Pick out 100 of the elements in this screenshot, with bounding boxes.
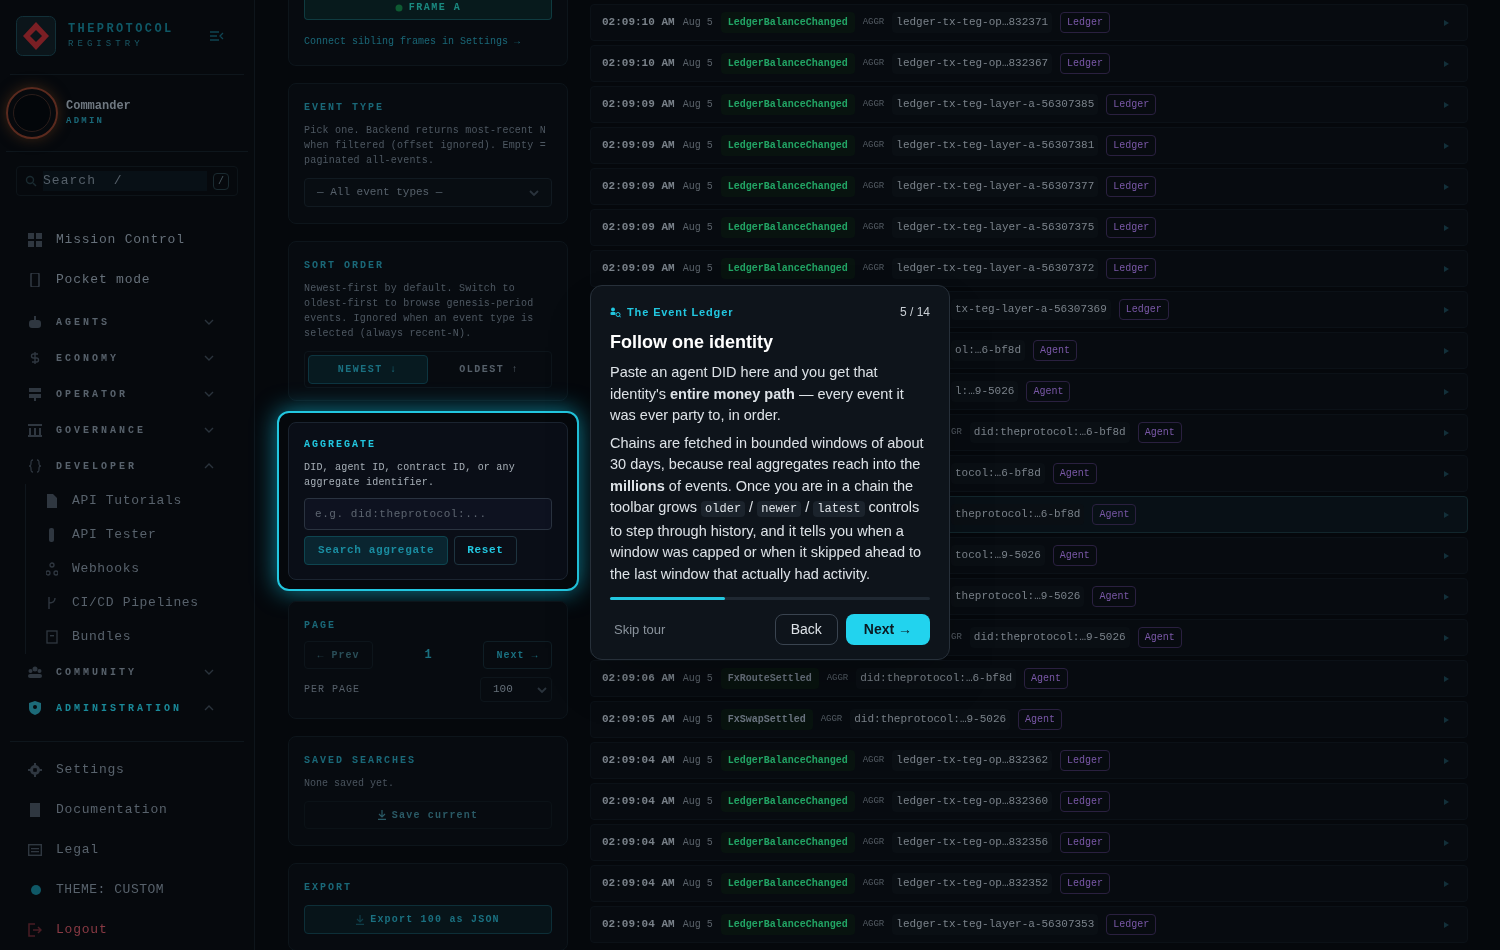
event-time: 02:09:10 AM <box>602 56 675 72</box>
category-tag: Agent <box>1026 381 1071 402</box>
category-tag: Ledger <box>1106 914 1157 935</box>
aggregate-label: AGGR <box>862 97 885 111</box>
event-date: Aug 5 <box>682 795 713 809</box>
event-time: 02:09:09 AM <box>602 261 675 277</box>
aggregate-label: AGGR <box>862 220 885 234</box>
aggregate-id: ledger-tx-teg-layer-a-56307381 <box>892 135 1099 156</box>
category-tag: Agent <box>1052 463 1097 484</box>
category-tag: Agent <box>1137 422 1182 443</box>
aggregate-id: ledger-tx-teg-op…832362 <box>892 750 1053 771</box>
event-type-badge: LedgerBalanceChanged <box>720 217 855 238</box>
event-type-badge: LedgerBalanceChanged <box>720 914 855 935</box>
brand-name: THEPROTOCOL <box>68 21 174 39</box>
page-number: 1 <box>423 647 433 664</box>
event-date: Aug 5 <box>682 754 713 768</box>
event-type-badge: LedgerBalanceChanged <box>720 12 855 33</box>
aggregate-id: ledger-tx-teg-layer-a-56307353 <box>892 914 1099 935</box>
per-page-label: PER PAGE <box>304 683 360 697</box>
aggregate-id: ledger-tx-teg-op…832352 <box>892 873 1053 894</box>
event-type-badge: LedgerBalanceChanged <box>720 832 855 853</box>
aggregate-id: theprotocol:…9-5026 <box>951 586 1085 607</box>
event-date: Aug 5 <box>682 16 713 30</box>
aggregate-id: did:theprotocol:…6-bf8d <box>856 668 1017 689</box>
category-tag: Agent <box>1033 340 1078 361</box>
aggregate-id: ledger-tx-teg-op…832367 <box>892 53 1053 74</box>
event-time: 02:09:04 AM <box>602 794 675 810</box>
aggregate-id: ledger-tx-teg-op…832360 <box>892 791 1053 812</box>
user-role: ADMIN <box>66 115 106 129</box>
event-type-badge: LedgerBalanceChanged <box>720 94 855 115</box>
event-date: Aug 5 <box>682 262 713 276</box>
event-type-badge: LedgerBalanceChanged <box>720 135 855 156</box>
aggregate-label: AGGR <box>862 876 885 890</box>
event-type-badge: LedgerBalanceChanged <box>720 258 855 279</box>
aggregate-id: ledger-tx-teg-op…832371 <box>892 12 1053 33</box>
section-description: Newest-first by default. Switch to oldest-first to browse genesis-period events. Ignored when an event type is selected (always recent-N). <box>304 282 535 341</box>
aggregate-label: AGGR <box>820 712 843 726</box>
aggregate-id: ledger-tx-teg-layer-a-56307385 <box>892 94 1099 115</box>
aggregate-id: tx-teg-layer-a-56307369 <box>951 299 1111 320</box>
category-tag: Ledger <box>1106 176 1157 197</box>
aggregate-id: ledger-tx-teg-layer-a-56307372 <box>892 258 1099 279</box>
event-type-badge: LedgerBalanceChanged <box>720 176 855 197</box>
event-date: Aug 5 <box>682 180 713 194</box>
aggregate-label: AGGR <box>862 917 885 931</box>
aggregate-label: AGGR <box>862 138 885 152</box>
category-tag: Ledger <box>1060 750 1111 771</box>
event-type-badge: LedgerBalanceChanged <box>720 873 855 894</box>
section-description: Pick one. Backend returns most-recent N when filtered (offset ignored). Empty = paginated all-events. <box>304 124 547 168</box>
event-date: Aug 5 <box>682 713 713 727</box>
aggregate-id: ledger-tx-teg-op…832356 <box>892 832 1053 853</box>
category-tag: Agent <box>1018 709 1063 730</box>
aggregate-label: AGGR <box>862 261 885 275</box>
event-type-badge: FxSwapSettled <box>720 709 813 730</box>
category-tag: Ledger <box>1060 832 1111 853</box>
aggregate-id: tocol:…9-5026 <box>951 545 1045 566</box>
aggregate-label: GR <box>951 425 962 439</box>
category-tag: Ledger <box>1118 299 1169 320</box>
category-tag: Ledger <box>1106 135 1157 156</box>
theme-label: THEME: CUSTOM <box>56 881 165 900</box>
event-time: 02:09:09 AM <box>602 138 675 154</box>
aggregate-id: ledger-tx-teg-layer-a-56307375 <box>892 217 1099 238</box>
aggregate-label: AGGR <box>862 794 885 808</box>
event-time: 02:09:04 AM <box>602 835 675 851</box>
aggregate-id: ol:…6-bf8d <box>951 340 1025 361</box>
event-type-badge: LedgerBalanceChanged <box>720 791 855 812</box>
event-time: 02:09:09 AM <box>602 179 675 195</box>
brand-subtitle: REGISTRY <box>68 38 145 52</box>
category-tag: Ledger <box>1060 873 1111 894</box>
aggregate-label: GR <box>951 630 962 644</box>
category-tag: Ledger <box>1106 94 1157 115</box>
event-date: Aug 5 <box>682 98 713 112</box>
event-time: 02:09:04 AM <box>602 876 675 892</box>
section-title: SORT ORDER <box>304 259 385 273</box>
section-title: EVENT TYPE <box>304 101 385 115</box>
section-title: EXPORT <box>304 881 353 895</box>
event-type-badge: LedgerBalanceChanged <box>720 750 855 771</box>
step-counter: 5 / 14 <box>899 304 930 321</box>
aggregate-label: AGGR <box>826 671 849 685</box>
event-time: 02:09:10 AM <box>602 15 675 31</box>
section-description: DID, agent ID, contract ID, or any aggregate identifier. <box>304 461 516 490</box>
event-time: 02:09:04 AM <box>602 753 675 769</box>
tour-kicker: The Event Ledger <box>627 304 734 320</box>
event-time: 02:09:09 AM <box>602 220 675 236</box>
event-date: Aug 5 <box>682 139 713 153</box>
aggregate-id: did:theprotocol:…9-5026 <box>969 627 1130 648</box>
event-time: 02:09:06 AM <box>602 671 675 687</box>
category-tag: Ledger <box>1106 258 1157 279</box>
category-tag: Ledger <box>1060 53 1111 74</box>
section-title: PAGE <box>304 619 337 633</box>
aggregate-label: AGGR <box>862 753 885 767</box>
category-tag: Agent <box>1092 504 1137 525</box>
section-title: AGGREGATE <box>304 438 377 452</box>
event-date: Aug 5 <box>682 918 713 932</box>
event-type-badge: FxRouteSettled <box>720 668 819 689</box>
category-tag: Agent <box>1024 668 1069 689</box>
aggregate-id: l:…9-5026 <box>951 381 1019 402</box>
aggregate-id: ledger-tx-teg-layer-a-56307377 <box>892 176 1099 197</box>
shortcut-key: / <box>213 172 229 190</box>
event-type-badge: LedgerBalanceChanged <box>720 53 855 74</box>
category-tag: Agent <box>1137 627 1182 648</box>
